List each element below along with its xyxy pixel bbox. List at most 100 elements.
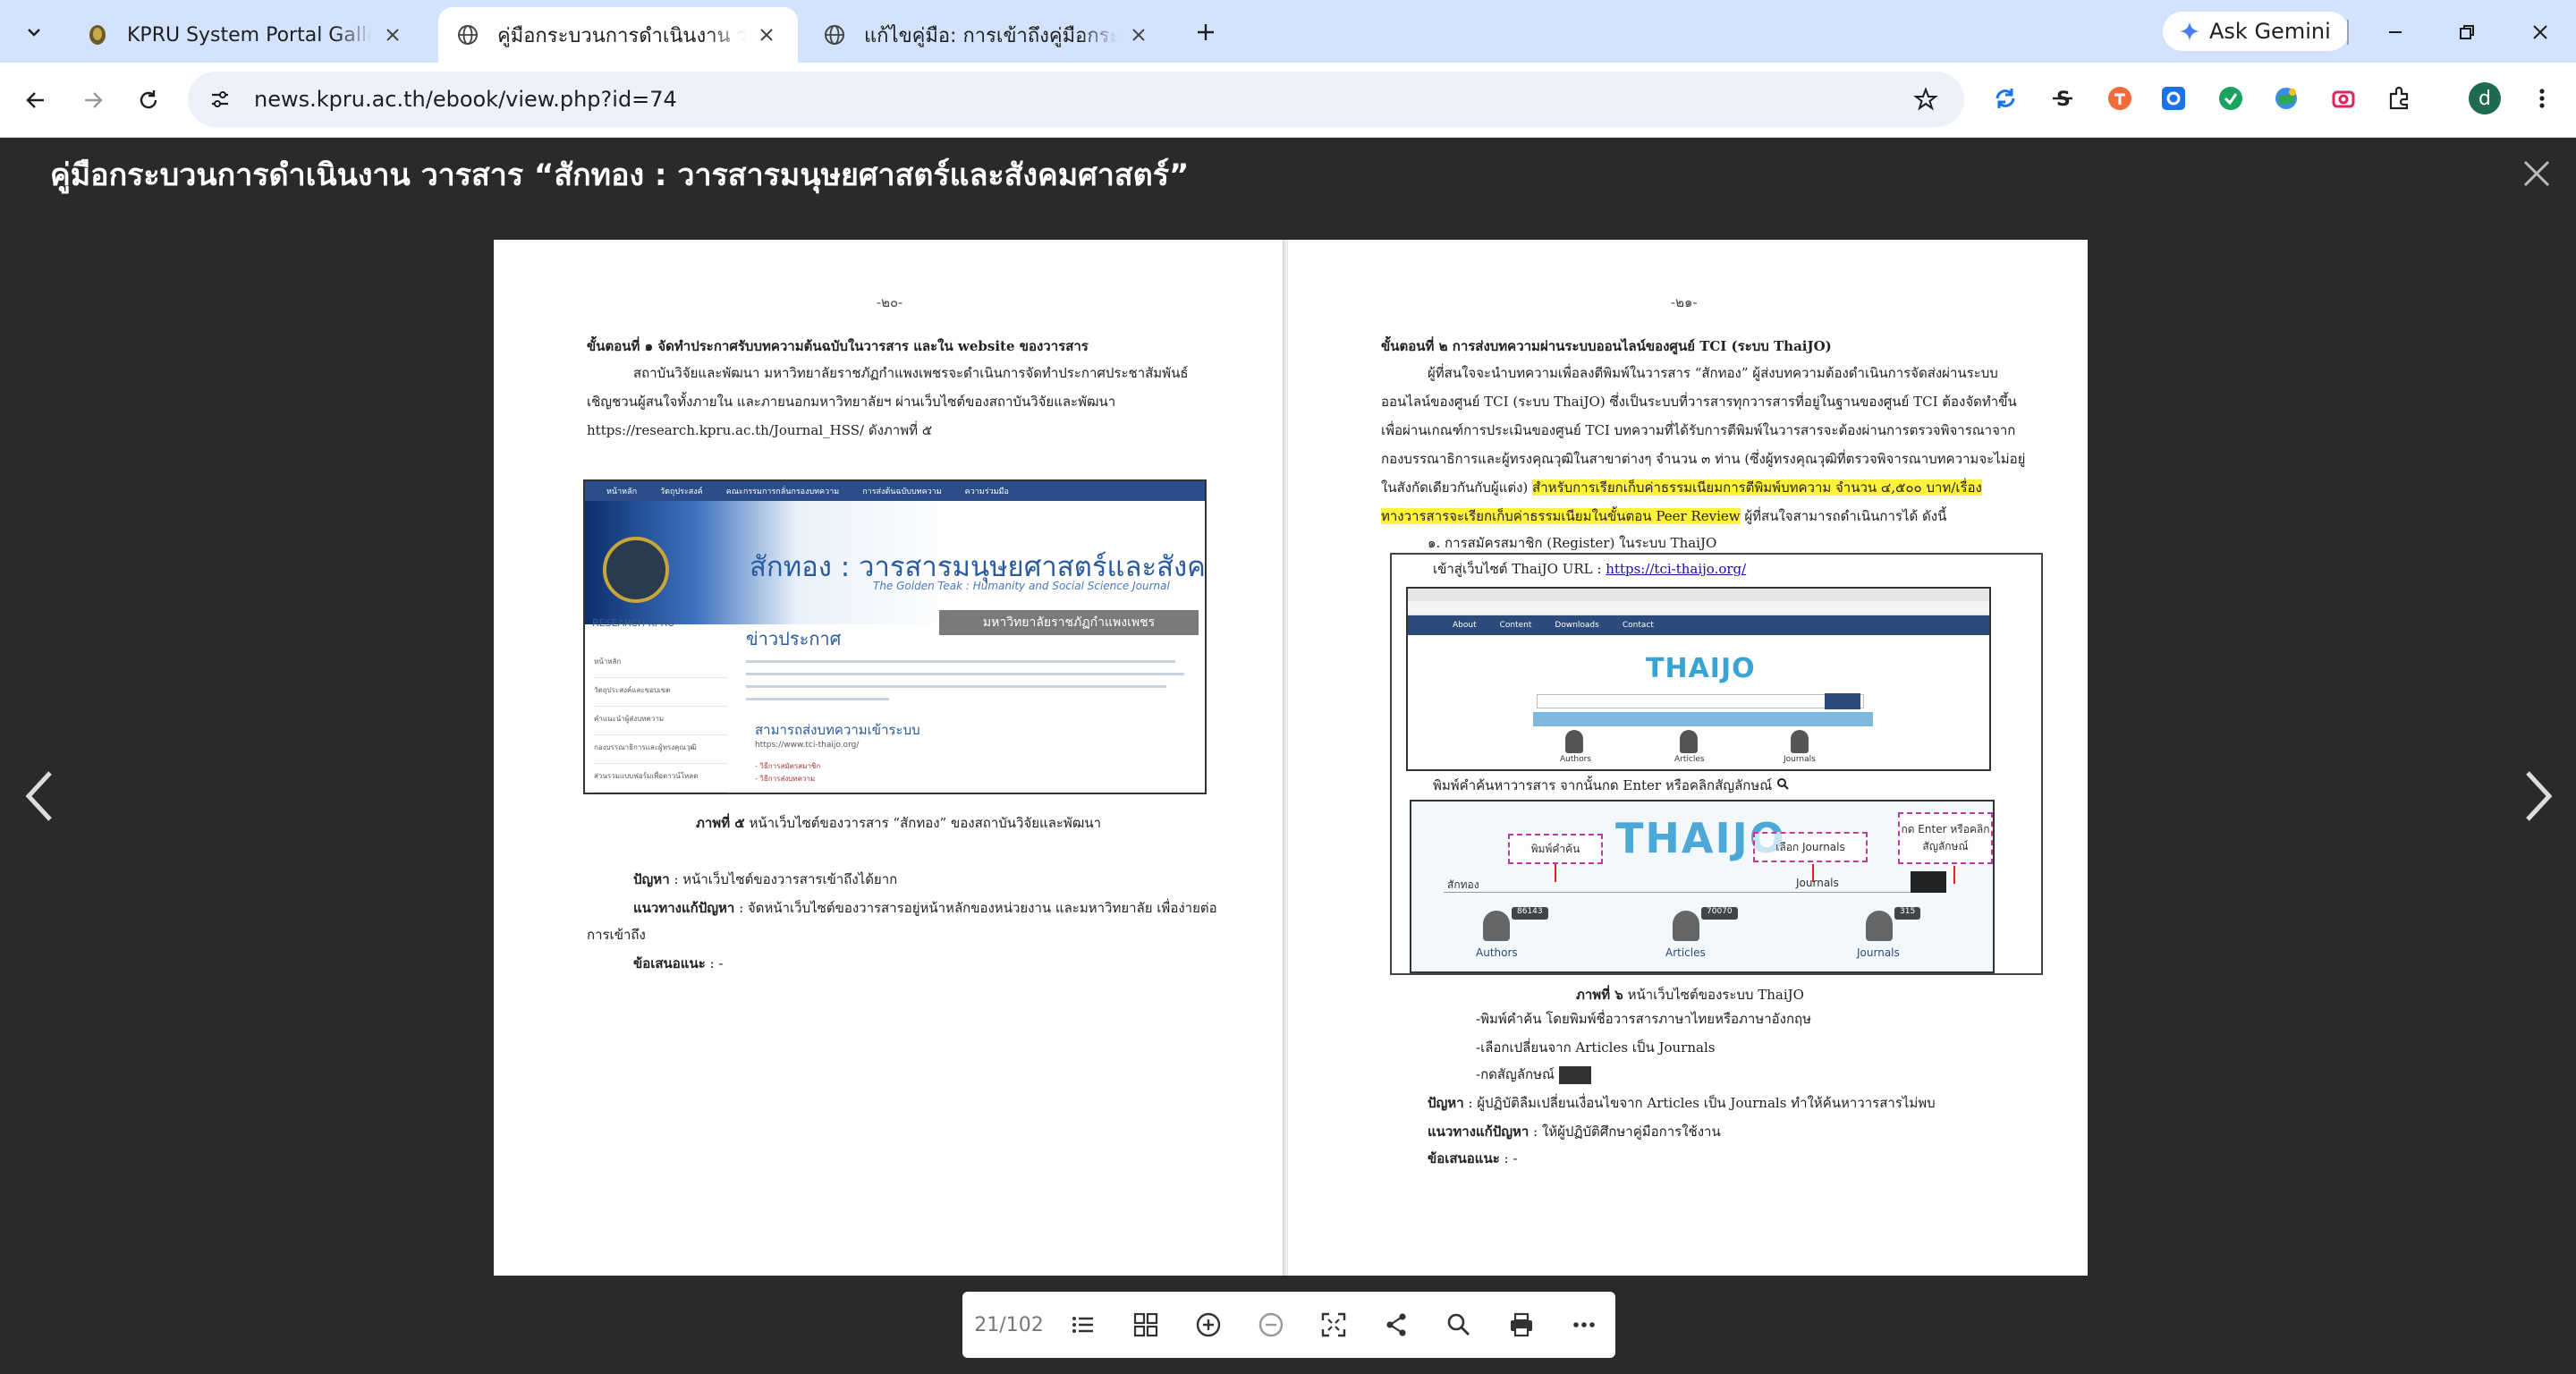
screenshot-sidebar: หน้าหลัก วัตถุประสงค์และขอบเขต คำแนะนำผู… [594,649,728,793]
camera-extension-icon[interactable] [2326,81,2361,116]
university-seal-icon [603,537,669,603]
tab-kpru-portal[interactable]: KPRU System Portal Gallery [68,7,424,63]
thaijo-search-screenshot: THAIJO พิมพ์คำค้น เลือก Journals กด Ente… [1410,800,1995,973]
thaijo-link[interactable]: https://tci-thaijo.org/ [1606,561,1746,577]
screenshot-nav-item: Content [1499,621,1532,630]
site-info-icon[interactable] [200,80,240,119]
print-icon [1511,1312,1532,1337]
close-icon[interactable] [379,21,406,48]
tab-edit-manual[interactable]: แก้ไขคู่มือ: การเข้าถึงคู่มือกระบวนการ [805,7,1170,63]
page-indicator[interactable]: 21/102 [966,1302,1052,1347]
suggestion-label: ข้อเสนอแนะ [633,955,706,971]
close-icon[interactable] [753,21,780,48]
zoom-in-button[interactable] [1177,1298,1240,1352]
puzzle-extensions-icon[interactable] [2381,81,2417,116]
solution-label: แนวทางแก้ปัญหา [633,900,735,916]
page-number: -๒๑- [1671,294,1698,310]
step-line: -พิมพ์คำค้น โดยพิมพ์ชื่อวารสารภาษาไทยหรื… [1476,1011,1812,1027]
caption-label: ภาพที่ ๕ [696,815,745,831]
minimize-button[interactable] [2376,13,2415,52]
section-heading: ขั้นตอนที่ ๒ การส่งบทความผ่านระบบออนไลน์… [1381,333,1832,360]
minimize-icon [2389,31,2402,33]
window-close-button[interactable] [2521,13,2560,52]
page-number: -๒๐- [877,294,903,310]
screenshot-search-button [1911,871,1946,893]
close-icon[interactable] [1125,21,1152,48]
text-line-placeholder [746,660,1175,663]
viewer-close-button[interactable] [2517,154,2556,193]
divider [2347,20,2349,45]
screenshot-item-label: Articles [1674,755,1705,764]
gear-extension-icon[interactable] [2156,81,2191,116]
annotation-arrow [1555,864,1556,882]
next-page-button[interactable] [2512,760,2565,832]
authors-icon [1565,730,1583,753]
screenshot-small-link: - วิธีการสมัครสมาชิก [755,762,821,770]
screenshot-nav-item: คณะกรรมการกลั่นกรองบทความ [725,488,840,496]
gemini-sparkle-icon [2180,21,2199,41]
globe-icon [456,23,479,47]
screenshot-search-button [1825,693,1860,709]
forward-button[interactable] [73,81,113,120]
close-icon [2523,160,2550,187]
screenshot-nav-item: วัตถุประสงค์ [660,488,703,496]
plain-text: ในสังกัดเดียวกันกับผู้แต่ง) [1381,479,1533,496]
translate-extension-icon[interactable] [2102,81,2138,116]
solution-text: : ให้ผู้ปฏิบัติศึกษาคู่มือการใช้งาน [1529,1124,1721,1140]
count-badge: 86143 [1512,907,1548,920]
annotation-keyword: พิมพ์คำค้น [1508,834,1603,864]
solution-line: แนวทางแก้ปัญหา : จัดหน้าเว็บไซต์ของวารสา… [633,895,1217,922]
more-options-button[interactable] [1553,1298,1615,1352]
articles-icon [1673,911,1699,941]
green-extension-icon[interactable] [2213,81,2249,116]
table-of-contents-button[interactable] [1052,1298,1114,1352]
annotation-text: กด Enter หรือคลิก [1901,823,1990,835]
screenshot-side-item: ส่วนรวมแบบฟอร์มเพื่อดาวน์โหลด [594,764,728,793]
suggestion-line: ข้อเสนอแนะ : - [633,950,723,978]
thumbnails-button[interactable] [1114,1298,1177,1352]
close-icon [2533,25,2547,39]
fullscreen-button[interactable] [1302,1298,1365,1352]
kebab-menu-icon[interactable] [2524,81,2560,116]
new-tab-button[interactable] [1186,13,1225,52]
print-button[interactable] [1490,1298,1553,1352]
screenshot-item-label: Authors [1476,946,1518,959]
search-button[interactable] [1428,1298,1490,1352]
address-bar[interactable]: news.kpru.ac.th/ebook/view.php?id=74 [188,72,1964,127]
screenshot-banner: สักทอง : วารสารมนุษยศาสตร์และสังคมศาสตร์… [585,501,1205,635]
reload-button[interactable] [129,81,168,120]
screenshot-item-label: Authors [1560,755,1591,764]
journal-website-screenshot: หน้าหลัก วัตถุประสงค์ คณะกรรมการกลั่นกรอ… [583,479,1207,794]
ask-gemini-button[interactable]: Ask Gemini [2163,12,2349,51]
globe-icon [823,23,846,47]
paragraph-line: กองบรรณาธิการและผู้ทรงคุณวุฒิในสาขาต่างๆ… [1381,451,2026,467]
authors-icon [1483,911,1510,941]
back-button[interactable] [16,81,55,120]
tab-strip: KPRU System Portal Gallery คู่มือกระบวนก… [0,0,2576,63]
previous-page-button[interactable] [13,760,66,832]
search-button-sample [1558,1066,1591,1084]
tab-search-button[interactable] [14,13,54,52]
suggestion-label: ข้อเสนอแนะ [1428,1150,1500,1166]
restore-button[interactable] [2447,13,2487,52]
tab-manual[interactable]: คู่มือกระบวนการดำเนินงาน วารสาร “สักทอง [438,7,798,63]
screenshot-item-label: Journals [1857,946,1900,959]
screenshot-nav-item: About [1453,621,1477,630]
s-extension-icon[interactable]: S [2045,81,2080,116]
profile-avatar[interactable]: d [2469,82,2501,114]
paragraph-line: เพื่อผ่านเกณฑ์การประเมินของศูนย์ TCI บทค… [1381,422,2016,438]
bookmark-star-icon[interactable] [1907,81,1945,118]
screenshot-side-item: วัตถุประสงค์และขอบเขต [594,678,728,707]
screenshot-nav-item: Contact [1622,621,1654,630]
problem-label: ปัญหา [1428,1095,1464,1111]
figure-line: พิมพ์คำค้นหาวารสาร จากนั้นกด Enter หรือค… [1433,775,1789,796]
screenshot-nav-item: Downloads [1555,621,1599,630]
screenshot-thaijo-link: https://www.tci-thaijo.org/ [755,741,860,750]
sync-extension-icon[interactable] [1987,81,2023,116]
book-page-right: -๒๑- ขั้นตอนที่ ๒ การส่งบทความผ่านระบบออ… [1288,240,2088,1276]
share-button[interactable] [1365,1298,1428,1352]
globe-extension-icon[interactable] [2268,81,2304,116]
thaijo-logo: THAIJO [1646,653,1756,684]
zoom-out-button[interactable] [1240,1298,1302,1352]
journals-icon [1866,911,1893,941]
